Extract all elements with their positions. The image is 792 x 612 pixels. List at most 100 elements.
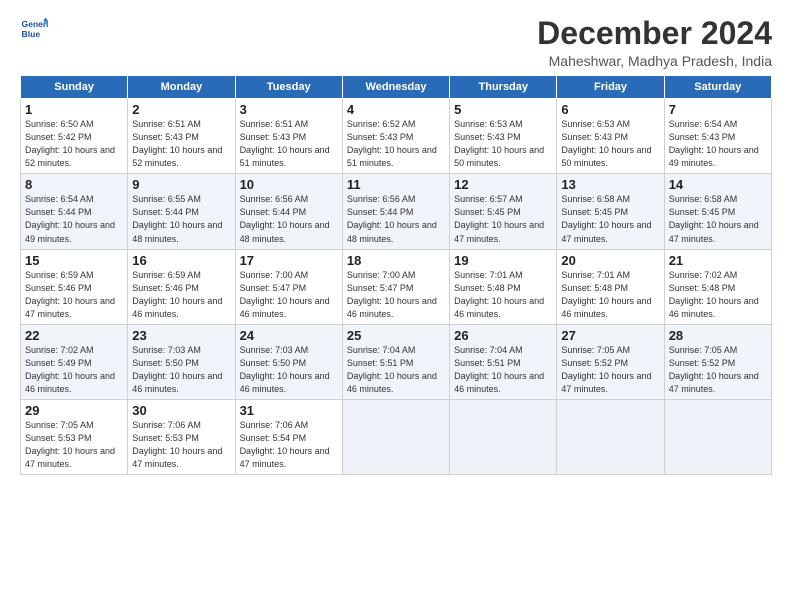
day-number: 14 xyxy=(669,177,767,192)
day-cell-14: 14Sunrise: 6:58 AMSunset: 5:45 PMDayligh… xyxy=(664,174,771,249)
day-info: Sunrise: 6:51 AMSunset: 5:43 PMDaylight:… xyxy=(240,118,338,170)
calendar-week-1: 1Sunrise: 6:50 AMSunset: 5:42 PMDaylight… xyxy=(21,99,772,174)
day-number: 11 xyxy=(347,177,445,192)
day-info: Sunrise: 6:56 AMSunset: 5:44 PMDaylight:… xyxy=(240,193,338,245)
svg-text:Blue: Blue xyxy=(22,29,41,39)
day-cell-31: 31Sunrise: 7:06 AMSunset: 5:54 PMDayligh… xyxy=(235,399,342,474)
day-cell-30: 30Sunrise: 7:06 AMSunset: 5:53 PMDayligh… xyxy=(128,399,235,474)
day-cell-23: 23Sunrise: 7:03 AMSunset: 5:50 PMDayligh… xyxy=(128,324,235,399)
calendar-table: SundayMondayTuesdayWednesdayThursdayFrid… xyxy=(20,75,772,475)
day-info: Sunrise: 6:59 AMSunset: 5:46 PMDaylight:… xyxy=(132,269,230,321)
day-info: Sunrise: 6:58 AMSunset: 5:45 PMDaylight:… xyxy=(669,193,767,245)
day-cell-24: 24Sunrise: 7:03 AMSunset: 5:50 PMDayligh… xyxy=(235,324,342,399)
day-header-wednesday: Wednesday xyxy=(342,76,449,99)
day-info: Sunrise: 7:00 AMSunset: 5:47 PMDaylight:… xyxy=(240,269,338,321)
day-header-friday: Friday xyxy=(557,76,664,99)
calendar-subtitle: Maheshwar, Madhya Pradesh, India xyxy=(537,53,772,69)
logo: General Blue xyxy=(20,16,48,44)
day-number: 18 xyxy=(347,253,445,268)
day-number: 25 xyxy=(347,328,445,343)
day-info: Sunrise: 7:03 AMSunset: 5:50 PMDaylight:… xyxy=(240,344,338,396)
day-number: 20 xyxy=(561,253,659,268)
day-number: 3 xyxy=(240,102,338,117)
day-info: Sunrise: 7:01 AMSunset: 5:48 PMDaylight:… xyxy=(561,269,659,321)
day-cell-20: 20Sunrise: 7:01 AMSunset: 5:48 PMDayligh… xyxy=(557,249,664,324)
day-info: Sunrise: 7:04 AMSunset: 5:51 PMDaylight:… xyxy=(454,344,552,396)
header-row: SundayMondayTuesdayWednesdayThursdayFrid… xyxy=(21,76,772,99)
day-info: Sunrise: 6:53 AMSunset: 5:43 PMDaylight:… xyxy=(561,118,659,170)
day-cell-7: 7Sunrise: 6:54 AMSunset: 5:43 PMDaylight… xyxy=(664,99,771,174)
day-info: Sunrise: 7:01 AMSunset: 5:48 PMDaylight:… xyxy=(454,269,552,321)
day-info: Sunrise: 7:06 AMSunset: 5:54 PMDaylight:… xyxy=(240,419,338,471)
empty-cell xyxy=(664,399,771,474)
day-info: Sunrise: 6:59 AMSunset: 5:46 PMDaylight:… xyxy=(25,269,123,321)
day-info: Sunrise: 7:02 AMSunset: 5:48 PMDaylight:… xyxy=(669,269,767,321)
day-cell-18: 18Sunrise: 7:00 AMSunset: 5:47 PMDayligh… xyxy=(342,249,449,324)
day-cell-16: 16Sunrise: 6:59 AMSunset: 5:46 PMDayligh… xyxy=(128,249,235,324)
day-info: Sunrise: 7:00 AMSunset: 5:47 PMDaylight:… xyxy=(347,269,445,321)
day-number: 15 xyxy=(25,253,123,268)
day-cell-15: 15Sunrise: 6:59 AMSunset: 5:46 PMDayligh… xyxy=(21,249,128,324)
day-info: Sunrise: 7:05 AMSunset: 5:53 PMDaylight:… xyxy=(25,419,123,471)
day-info: Sunrise: 6:55 AMSunset: 5:44 PMDaylight:… xyxy=(132,193,230,245)
day-number: 27 xyxy=(561,328,659,343)
day-cell-9: 9Sunrise: 6:55 AMSunset: 5:44 PMDaylight… xyxy=(128,174,235,249)
day-number: 8 xyxy=(25,177,123,192)
day-info: Sunrise: 7:05 AMSunset: 5:52 PMDaylight:… xyxy=(561,344,659,396)
day-cell-4: 4Sunrise: 6:52 AMSunset: 5:43 PMDaylight… xyxy=(342,99,449,174)
day-cell-28: 28Sunrise: 7:05 AMSunset: 5:52 PMDayligh… xyxy=(664,324,771,399)
page: General Blue December 2024 Maheshwar, Ma… xyxy=(0,0,792,612)
day-number: 10 xyxy=(240,177,338,192)
day-cell-2: 2Sunrise: 6:51 AMSunset: 5:43 PMDaylight… xyxy=(128,99,235,174)
day-info: Sunrise: 6:54 AMSunset: 5:44 PMDaylight:… xyxy=(25,193,123,245)
title-block: December 2024 Maheshwar, Madhya Pradesh,… xyxy=(537,16,772,69)
day-number: 26 xyxy=(454,328,552,343)
day-number: 2 xyxy=(132,102,230,117)
day-cell-22: 22Sunrise: 7:02 AMSunset: 5:49 PMDayligh… xyxy=(21,324,128,399)
day-header-sunday: Sunday xyxy=(21,76,128,99)
day-info: Sunrise: 7:06 AMSunset: 5:53 PMDaylight:… xyxy=(132,419,230,471)
empty-cell xyxy=(450,399,557,474)
day-info: Sunrise: 6:56 AMSunset: 5:44 PMDaylight:… xyxy=(347,193,445,245)
day-info: Sunrise: 7:02 AMSunset: 5:49 PMDaylight:… xyxy=(25,344,123,396)
day-cell-1: 1Sunrise: 6:50 AMSunset: 5:42 PMDaylight… xyxy=(21,99,128,174)
day-cell-21: 21Sunrise: 7:02 AMSunset: 5:48 PMDayligh… xyxy=(664,249,771,324)
day-cell-19: 19Sunrise: 7:01 AMSunset: 5:48 PMDayligh… xyxy=(450,249,557,324)
day-info: Sunrise: 7:04 AMSunset: 5:51 PMDaylight:… xyxy=(347,344,445,396)
empty-cell xyxy=(557,399,664,474)
day-info: Sunrise: 6:54 AMSunset: 5:43 PMDaylight:… xyxy=(669,118,767,170)
calendar-week-5: 29Sunrise: 7:05 AMSunset: 5:53 PMDayligh… xyxy=(21,399,772,474)
day-number: 12 xyxy=(454,177,552,192)
day-info: Sunrise: 6:52 AMSunset: 5:43 PMDaylight:… xyxy=(347,118,445,170)
day-info: Sunrise: 7:03 AMSunset: 5:50 PMDaylight:… xyxy=(132,344,230,396)
day-number: 23 xyxy=(132,328,230,343)
day-cell-29: 29Sunrise: 7:05 AMSunset: 5:53 PMDayligh… xyxy=(21,399,128,474)
day-cell-25: 25Sunrise: 7:04 AMSunset: 5:51 PMDayligh… xyxy=(342,324,449,399)
header: General Blue December 2024 Maheshwar, Ma… xyxy=(20,16,772,69)
day-info: Sunrise: 6:58 AMSunset: 5:45 PMDaylight:… xyxy=(561,193,659,245)
day-info: Sunrise: 6:53 AMSunset: 5:43 PMDaylight:… xyxy=(454,118,552,170)
day-info: Sunrise: 6:57 AMSunset: 5:45 PMDaylight:… xyxy=(454,193,552,245)
day-cell-13: 13Sunrise: 6:58 AMSunset: 5:45 PMDayligh… xyxy=(557,174,664,249)
day-number: 1 xyxy=(25,102,123,117)
calendar-week-4: 22Sunrise: 7:02 AMSunset: 5:49 PMDayligh… xyxy=(21,324,772,399)
day-number: 28 xyxy=(669,328,767,343)
day-cell-27: 27Sunrise: 7:05 AMSunset: 5:52 PMDayligh… xyxy=(557,324,664,399)
day-number: 30 xyxy=(132,403,230,418)
day-number: 22 xyxy=(25,328,123,343)
calendar-week-3: 15Sunrise: 6:59 AMSunset: 5:46 PMDayligh… xyxy=(21,249,772,324)
day-header-monday: Monday xyxy=(128,76,235,99)
day-number: 17 xyxy=(240,253,338,268)
logo-icon: General Blue xyxy=(20,16,48,44)
day-number: 13 xyxy=(561,177,659,192)
day-number: 6 xyxy=(561,102,659,117)
day-cell-12: 12Sunrise: 6:57 AMSunset: 5:45 PMDayligh… xyxy=(450,174,557,249)
day-number: 4 xyxy=(347,102,445,117)
day-header-saturday: Saturday xyxy=(664,76,771,99)
day-info: Sunrise: 6:51 AMSunset: 5:43 PMDaylight:… xyxy=(132,118,230,170)
day-number: 24 xyxy=(240,328,338,343)
calendar-title: December 2024 xyxy=(537,16,772,51)
day-number: 21 xyxy=(669,253,767,268)
day-number: 31 xyxy=(240,403,338,418)
day-cell-3: 3Sunrise: 6:51 AMSunset: 5:43 PMDaylight… xyxy=(235,99,342,174)
